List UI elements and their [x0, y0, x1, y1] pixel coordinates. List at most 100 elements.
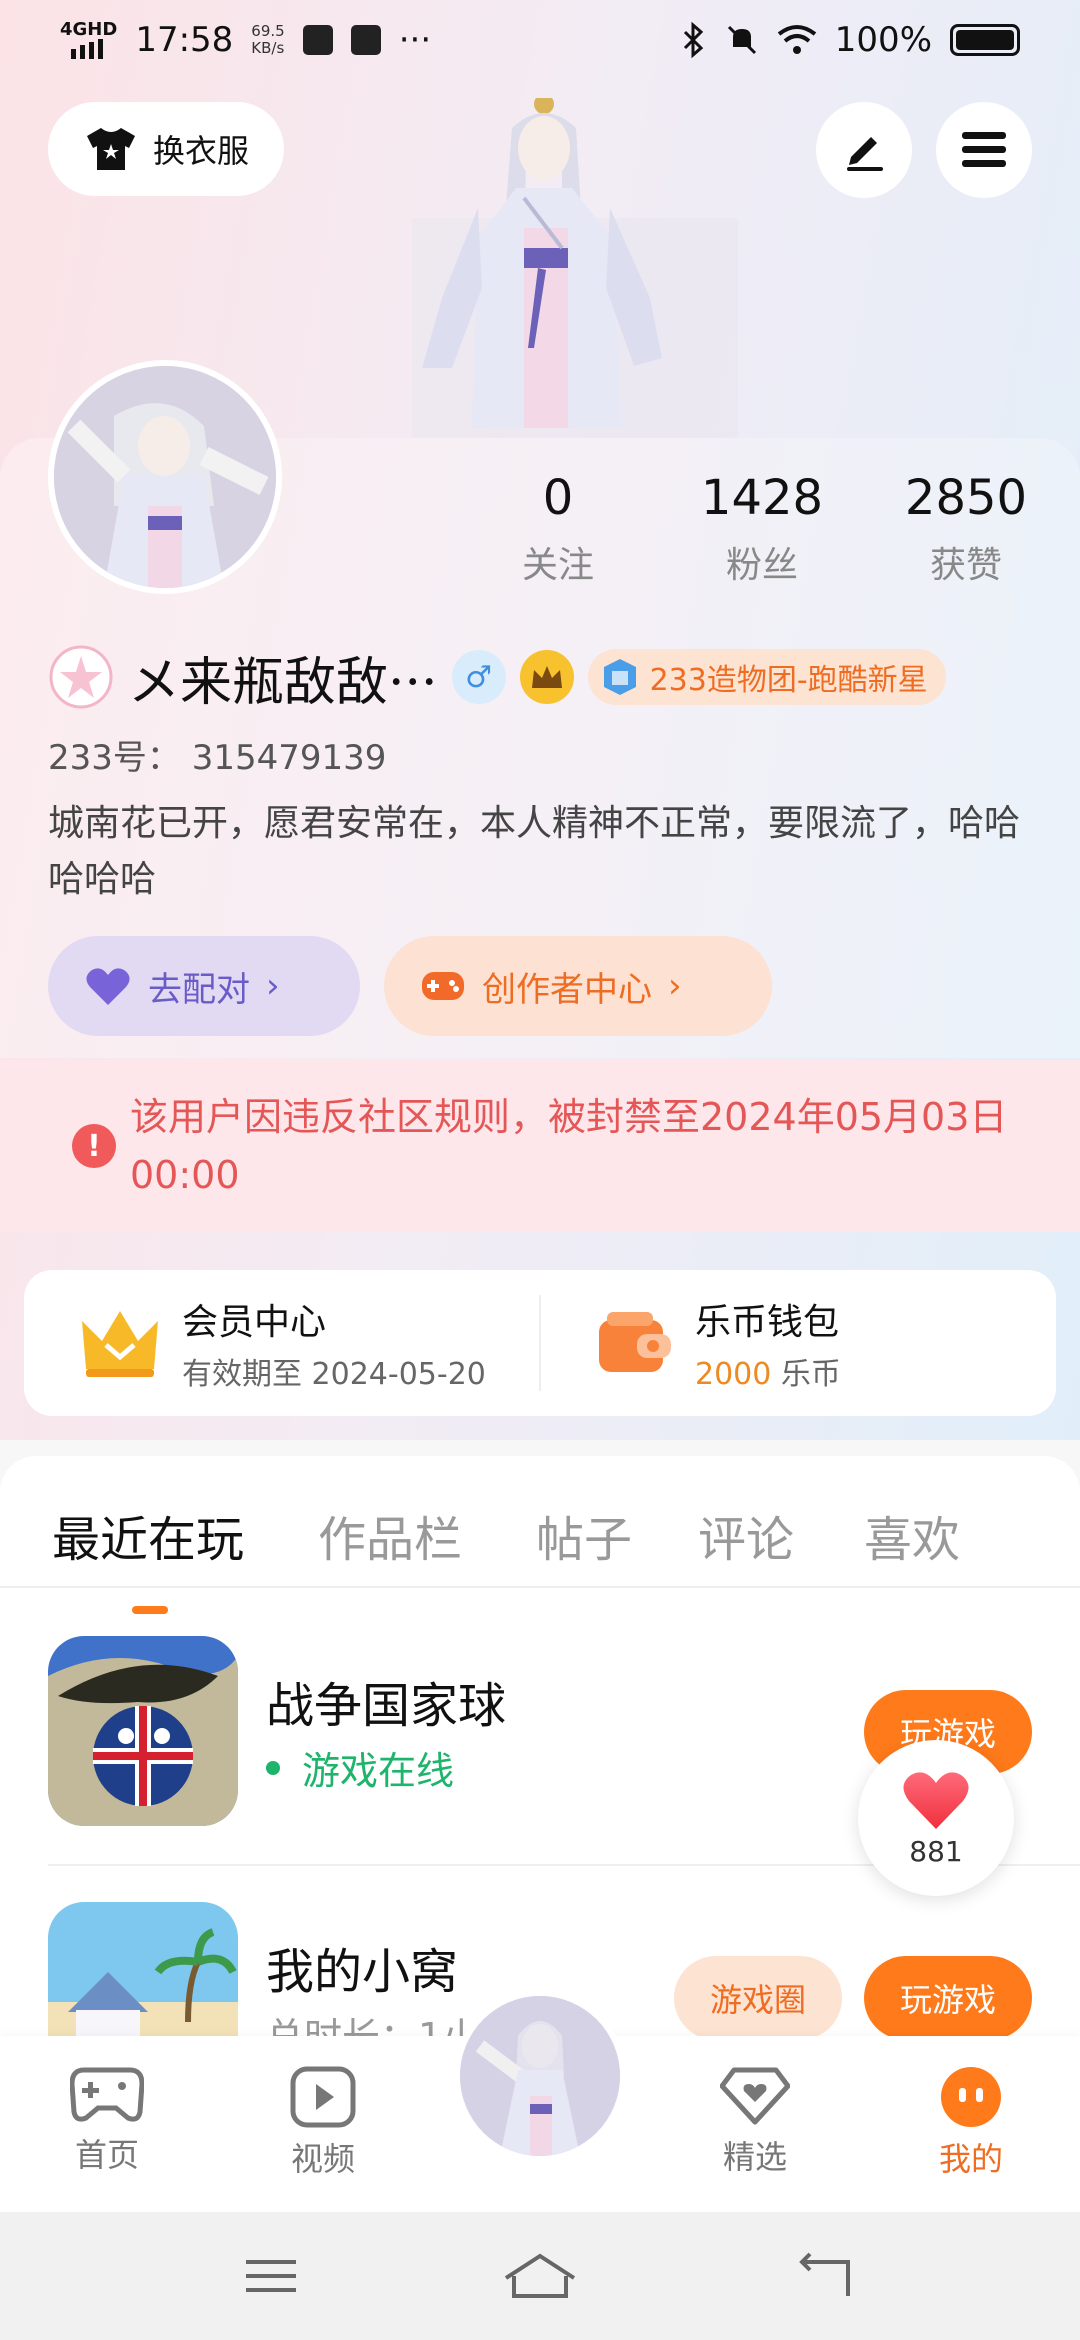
wifi-icon — [777, 25, 817, 54]
sakura-frame-icon — [49, 645, 113, 709]
nav-label: 我的 — [938, 2140, 1003, 2178]
recent-apps-icon[interactable] — [242, 2256, 302, 2296]
tab-works[interactable]: 作品栏 — [318, 1500, 462, 1570]
match-button-label: 去配对 — [148, 969, 250, 1010]
stat-label: 获赞 — [929, 545, 1002, 586]
chevron-right-icon: › — [266, 966, 280, 1006]
male-gender-icon: ♂ — [451, 650, 506, 704]
wallet-icon — [599, 1312, 671, 1372]
vip-crown-icon — [82, 1311, 158, 1377]
user-name: メ来瓶敌敌··· — [128, 652, 438, 713]
like-float-button[interactable]: 881 — [858, 1740, 1014, 1896]
video-play-icon — [290, 2066, 356, 2128]
more-notifications-icon: ··· — [398, 20, 432, 60]
stat-following[interactable]: 0 关注 — [458, 470, 658, 588]
network-type: 4GHD — [60, 19, 118, 40]
nav-center-avatar-button[interactable] — [454, 1990, 626, 2162]
creator-center-button[interactable]: 创作者中心 › — [384, 936, 772, 1036]
name-row: メ来瓶敌敌··· ♂ 233造物团-跑酷新星 — [48, 640, 1048, 714]
nav-label: 视频 — [290, 2140, 355, 2178]
featured-heart-icon — [720, 2067, 790, 2125]
nav-label: 精选 — [722, 2138, 787, 2176]
shirt-icon — [86, 128, 135, 170]
profile-face-icon — [941, 2067, 1001, 2127]
game-circle-button[interactable]: 游戏圈 — [674, 1956, 842, 2036]
like-count: 881 — [909, 1834, 963, 1868]
match-button[interactable]: 去配对 › — [48, 936, 360, 1036]
status-bar: 4GHD 17:58 69.5 KB/s ··· 100% — [0, 0, 1080, 80]
signal-icon — [70, 39, 103, 59]
member-wallet-card: 会员中心 有效期至 2024-05-20 乐币钱包 2000 乐币 — [24, 1270, 1056, 1416]
avatar[interactable] — [48, 360, 282, 594]
dress-up-label: 换衣服 — [152, 132, 249, 170]
stat-value: 1428 — [700, 470, 824, 526]
game-icon-countryballs — [48, 1636, 238, 1826]
cube-badge-icon — [603, 659, 636, 695]
battery-percent: 100% — [834, 20, 932, 60]
avatar-character-model[interactable] — [412, 94, 738, 438]
warning-icon: ! — [72, 1124, 116, 1168]
battery-icon — [950, 24, 1020, 56]
game-name: 战争国家球 — [266, 1678, 507, 1734]
wallet-unit: 乐币 — [780, 1357, 841, 1392]
stat-label: 关注 — [521, 545, 594, 586]
user-bio: 城南花已开，愿君安常在，本人精神不正常，要限流了，哈哈哈哈哈 — [48, 803, 1021, 900]
bluetooth-icon — [683, 22, 703, 58]
vip-title: 会员中心 — [182, 1302, 327, 1343]
game-icon-my-nest — [48, 1902, 238, 2036]
gamepad-icon — [422, 972, 464, 1000]
stat-followers[interactable]: 1428 粉丝 — [662, 470, 862, 588]
stat-value: 0 — [542, 470, 574, 526]
tab-recently-played[interactable]: 最近在玩 — [52, 1500, 244, 1570]
tiktok-icon — [350, 25, 381, 55]
vip-center-entry[interactable]: 会员中心 有效期至 2024-05-20 — [24, 1270, 539, 1416]
tab-bar: 最近在玩 作品栏 帖子 评论 喜欢 — [0, 1480, 1080, 1614]
game-name: 我的小窝 — [266, 1944, 459, 2000]
tab-likes[interactable]: 喜欢 — [864, 1500, 960, 1570]
nav-home[interactable]: 首页 — [42, 2066, 172, 2176]
clock: 17:58 — [135, 20, 234, 60]
signal-indicator: 4GHD — [60, 21, 117, 59]
nav-featured[interactable]: 精选 — [690, 2066, 820, 2178]
nav-mine[interactable]: 我的 — [906, 2066, 1036, 2180]
user-id[interactable]: 233号： 315479139 — [48, 730, 386, 779]
active-tab-indicator — [132, 1606, 168, 1614]
tab-comments[interactable]: 评论 — [698, 1500, 794, 1570]
stat-label: 粉丝 — [725, 545, 798, 586]
edit-icon — [847, 137, 883, 171]
game-status-online: 游戏在线 — [266, 1740, 454, 1795]
system-navigation-bar — [0, 2212, 1080, 2340]
nav-label: 首页 — [74, 2136, 139, 2174]
edit-profile-button[interactable] — [816, 102, 912, 198]
avatar — [460, 1996, 620, 2156]
play-game-button[interactable]: 玩游戏 — [864, 1956, 1032, 2036]
tab-posts[interactable]: 帖子 — [536, 1500, 632, 1570]
wallet-entry[interactable]: 乐币钱包 2000 乐币 — [541, 1270, 1056, 1416]
ban-notice: ! 该用户因违反社区规则，被封禁至2024年05月03日 00:00 — [0, 1060, 1080, 1232]
back-icon[interactable] — [794, 2252, 854, 2300]
home-icon[interactable] — [502, 2252, 578, 2300]
clipboard-icon — [302, 25, 333, 55]
wallet-title: 乐币钱包 — [695, 1302, 840, 1343]
chevron-right-icon: › — [668, 966, 682, 1006]
network-speed: 69.5 KB/s — [251, 22, 285, 57]
nav-video[interactable]: 视频 — [258, 2066, 388, 2180]
divider — [0, 1586, 1080, 1588]
menu-button[interactable] — [936, 102, 1032, 198]
wallet-balance: 2000 乐币 — [695, 1349, 841, 1393]
hamburger-menu-icon — [962, 132, 1006, 167]
ban-notice-text: 该用户因违反社区规则，被封禁至2024年05月03日 00:00 — [130, 1095, 1008, 1197]
heart-icon — [903, 1771, 969, 1829]
crown-icon — [519, 650, 574, 704]
gamepad-icon — [70, 2067, 144, 2122]
stat-likes[interactable]: 2850 获赞 — [866, 470, 1066, 588]
mute-icon — [727, 25, 756, 55]
heart-icon — [86, 968, 130, 1005]
wallet-amount: 2000 — [695, 1357, 772, 1392]
creator-title-badge[interactable]: 233造物团-跑酷新星 — [587, 649, 946, 705]
vip-expiry: 有效期至 2024-05-20 — [182, 1357, 486, 1392]
title-badge-label: 233造物团-跑酷新星 — [649, 663, 928, 698]
online-dot-icon — [266, 1760, 280, 1775]
dress-up-button[interactable]: 换衣服 — [48, 102, 284, 196]
stat-value: 2850 — [904, 470, 1028, 526]
